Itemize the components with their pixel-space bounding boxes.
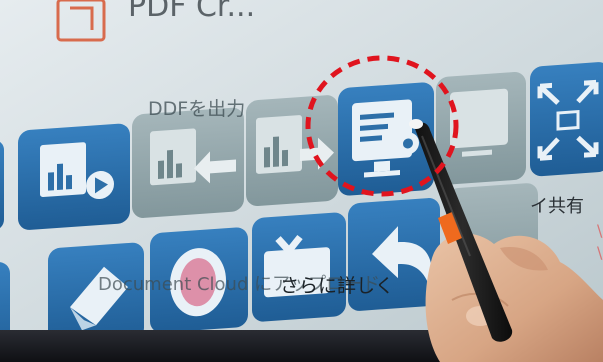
share-label: イ共有 [530,196,584,217]
screen-title-fragment: PDF Cr... [128,0,255,24]
svg-text:\: \ [597,221,603,240]
more-details-label[interactable]: さらに詳しく [280,275,394,297]
photo-stage: PDF Cr... ✓ [0,0,603,362]
svg-text:\: \ [597,243,603,262]
pen-tip [409,119,423,129]
overlay-label-top: DDFを出力 [148,98,245,120]
monitor-photo: PDF Cr... ✓ [0,0,603,362]
tile-partial-left[interactable] [0,140,4,232]
